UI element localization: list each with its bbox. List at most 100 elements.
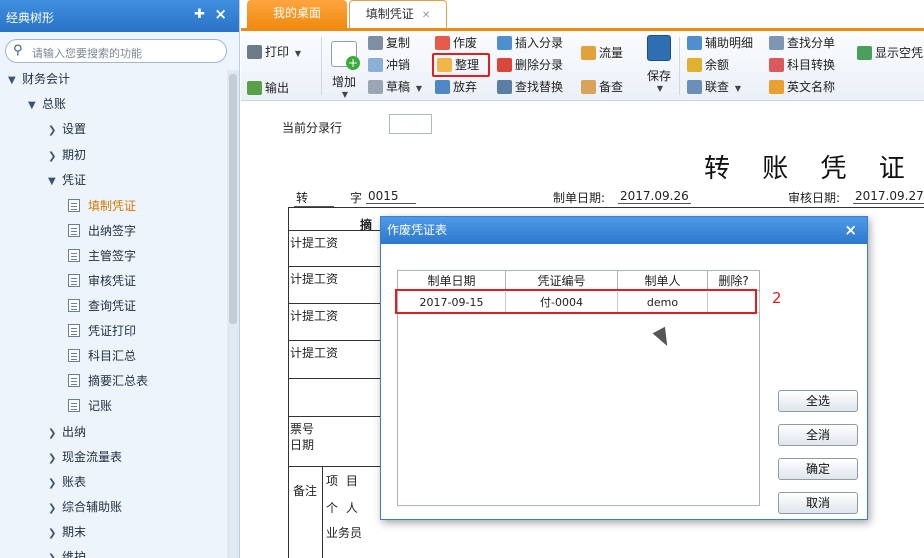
tree-item-print-voucher[interactable]: 凭证打印 xyxy=(68,320,136,342)
tree-node-cashier[interactable]: ❯ 出纳 xyxy=(48,421,86,443)
chevron-down-icon: ▼ xyxy=(8,75,16,86)
aux-detail-button[interactable]: 辅助明细 xyxy=(687,33,753,53)
ticket-no-label: 票号 xyxy=(290,422,315,436)
tree-node-aux-accounts[interactable]: ❯ 综合辅助账 xyxy=(48,496,122,518)
chevron-right-icon: ❯ xyxy=(48,125,57,136)
select-all-button[interactable]: 全选 xyxy=(778,390,858,412)
col-header-no[interactable]: 凭证编号 xyxy=(506,271,618,291)
current-entry-label: 当前分录行 xyxy=(282,121,343,135)
dropdown-arrow-icon: ▼ xyxy=(734,84,741,93)
tab-my-desktop[interactable]: 我的桌面 xyxy=(247,0,347,28)
tree-node-maintenance[interactable]: ❯维护 xyxy=(48,546,86,558)
void-button[interactable]: 作废 xyxy=(435,33,477,53)
annotation-marker-2: 2 xyxy=(772,289,782,307)
entry-summary-2[interactable]: 计提工资 xyxy=(290,270,338,287)
show-empty-icon xyxy=(857,46,872,60)
tree-item-account-summary[interactable]: 科目汇总 xyxy=(68,345,136,367)
document-icon xyxy=(68,224,80,237)
cancel-button[interactable]: 取消 xyxy=(778,492,858,514)
abandon-button[interactable]: 放弃 xyxy=(435,77,477,97)
flow-button[interactable]: 流量 xyxy=(581,43,623,63)
row-highlight-box xyxy=(395,289,757,314)
link-query-button[interactable]: 联查 ▼ xyxy=(687,77,741,97)
save-disk-icon xyxy=(647,35,671,61)
voucher-no[interactable]: 0015 xyxy=(366,189,416,204)
row-divider xyxy=(288,378,382,379)
chevron-right-icon: ❯ xyxy=(48,428,57,439)
tree-node-general-ledger[interactable]: ▼ 总账 xyxy=(28,93,66,115)
tree-item-abstract-summary[interactable]: 摘要汇总表 xyxy=(68,370,148,392)
close-icon[interactable]: × xyxy=(844,217,857,244)
entry-summary-4[interactable]: 计提工资 xyxy=(290,344,338,361)
draft-button[interactable]: 草稿 ▼ xyxy=(368,77,422,97)
pin-icon[interactable]: ✚ xyxy=(194,7,205,22)
sidebar-search-input[interactable]: ⚲ 请输入您要搜索的功能 xyxy=(5,39,227,63)
voucher-title: 转 账 凭 证 xyxy=(704,154,917,184)
tree-item-supervisor-sign[interactable]: 主管签字 xyxy=(68,245,136,267)
dropdown-arrow-icon: ▼ xyxy=(294,49,301,58)
scrollbar-thumb[interactable] xyxy=(229,74,237,324)
tree-node-cash-flow[interactable]: ❯ 现金流量表 xyxy=(48,446,122,468)
search-placeholder: 请输入您要搜索的功能 xyxy=(32,47,142,60)
tree-item-audit-voucher[interactable]: 审核凭证 xyxy=(68,270,136,292)
person-label: 个 人 xyxy=(326,501,360,515)
tree-node-opening[interactable]: ❯ 期初 xyxy=(48,144,86,166)
english-name-button[interactable]: 英文名称 xyxy=(769,77,835,97)
app-window: 经典树形 ✚ × ⚲ 请输入您要搜索的功能 ▼ 财务会计 ▼ 总账 ❯ 设置 ❯ 期初 … xyxy=(0,0,924,558)
dropdown-arrow-icon: ▼ xyxy=(656,84,664,93)
tree-item-query-voucher[interactable]: 查询凭证 xyxy=(68,295,136,317)
find-entry-button[interactable]: 查找分单 xyxy=(769,33,835,53)
void-voucher-dialog: 作废凭证表 × 制单日期 凭证编号 制单人 删除? 2017-09-15 付-0… xyxy=(380,216,868,520)
tab-fill-voucher[interactable]: 填制凭证 ✕ xyxy=(349,0,447,28)
close-icon[interactable]: × xyxy=(214,5,227,23)
tree-node-settings[interactable]: ❯ 设置 xyxy=(48,118,86,140)
sidebar-scrollbar[interactable] xyxy=(227,70,239,558)
print-button[interactable]: 打印 ▼ xyxy=(247,42,301,62)
entry-summary-3[interactable]: 计提工资 xyxy=(290,307,338,324)
balance-button[interactable]: 余额 xyxy=(687,55,729,75)
show-empty-button[interactable]: 显示空凭 xyxy=(857,43,923,63)
add-button[interactable]: + 增加 ▼ xyxy=(327,41,361,99)
row-divider xyxy=(288,340,382,341)
dialog-title: 作废凭证表 xyxy=(387,223,448,237)
ticket-date-label: 日期 xyxy=(290,438,315,452)
tree-item-fill-voucher[interactable]: 填制凭证 xyxy=(68,195,136,217)
reverse-button[interactable]: 冲销 xyxy=(368,55,410,75)
tree-node-reports[interactable]: ❯ 账表 xyxy=(48,471,86,493)
delete-entry-button[interactable]: 删除分录 xyxy=(497,55,563,75)
toolbar-separator xyxy=(679,37,680,95)
col-header-delete[interactable]: 删除? xyxy=(708,271,760,291)
col-header-maker[interactable]: 制单人 xyxy=(618,271,708,291)
current-entry-input[interactable] xyxy=(389,114,432,134)
find-replace-button[interactable]: 查找替换 xyxy=(497,77,563,97)
tab-close-icon[interactable]: ✕ xyxy=(422,10,430,21)
memo-button[interactable]: 备查 xyxy=(581,77,623,97)
tree-node-voucher[interactable]: ▼ 凭证 xyxy=(48,169,86,191)
row-divider xyxy=(288,266,382,267)
col-header-date[interactable]: 制单日期 xyxy=(398,271,506,291)
insert-entry-button[interactable]: 插入分录 xyxy=(497,33,563,53)
clear-all-button[interactable]: 全消 xyxy=(778,424,858,446)
audit-date: 2017.09.27 xyxy=(853,189,924,204)
tree-item-posting[interactable]: 记账 xyxy=(68,395,112,417)
sidebar-title: 经典树形 xyxy=(6,11,55,25)
document-icon xyxy=(68,399,80,412)
output-button[interactable]: 输出 xyxy=(247,78,289,98)
chevron-down-icon: ▼ xyxy=(48,176,56,187)
ok-button[interactable]: 确定 xyxy=(778,458,858,480)
copy-button[interactable]: 复制 xyxy=(368,33,410,53)
search-icon: ⚲ xyxy=(13,43,23,58)
make-date[interactable]: 2017.09.26 xyxy=(618,189,691,204)
sidebar: 经典树形 ✚ × ⚲ 请输入您要搜索的功能 ▼ 财务会计 ▼ 总账 ❯ 设置 ❯ 期初 … xyxy=(0,0,240,558)
entry-summary-1[interactable]: 计提工资 xyxy=(290,234,338,251)
save-button[interactable]: 保存 ▼ xyxy=(642,35,676,93)
document-icon xyxy=(68,199,80,212)
tree-item-cashier-sign[interactable]: 出纳签字 xyxy=(68,220,136,242)
document-icon xyxy=(68,374,80,387)
chevron-right-icon: ❯ xyxy=(48,478,57,489)
tree-node-financial[interactable]: ▼ 财务会计 xyxy=(8,68,70,90)
voucher-type[interactable]: 转 xyxy=(294,189,334,207)
account-convert-button[interactable]: 科目转换 xyxy=(769,55,835,75)
tree-node-period-end[interactable]: ❯ 期末 xyxy=(48,521,86,543)
chevron-right-icon: ❯ xyxy=(48,151,57,162)
